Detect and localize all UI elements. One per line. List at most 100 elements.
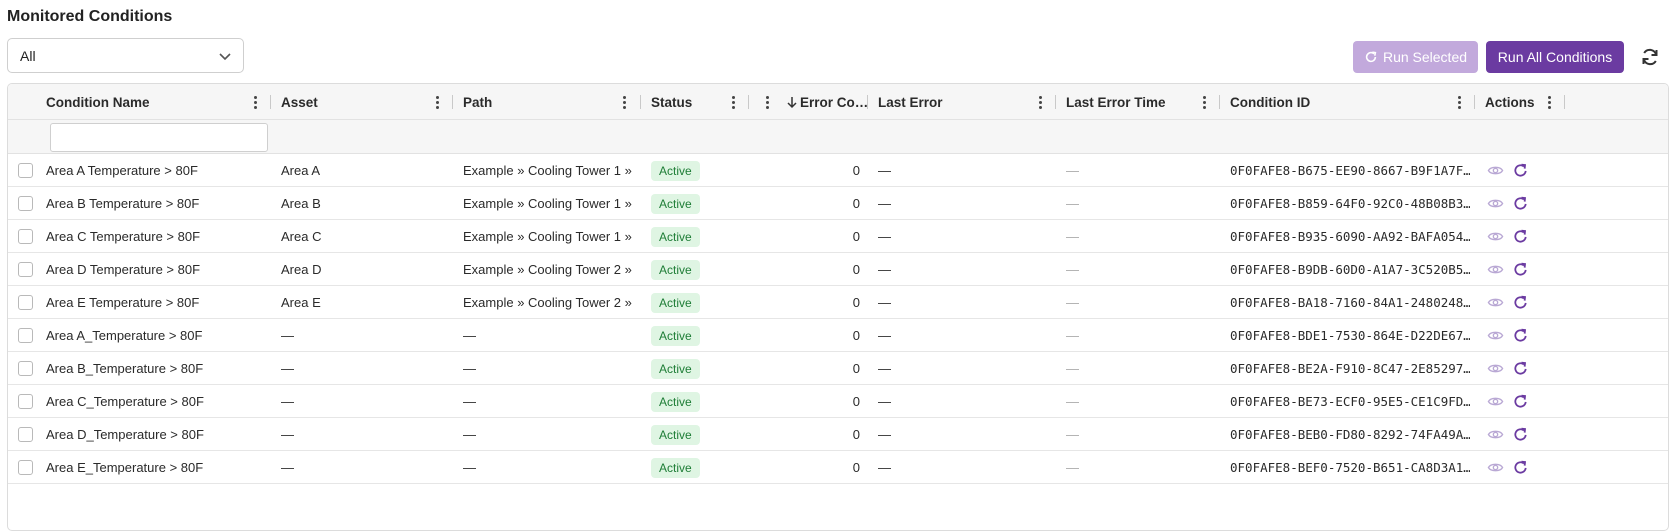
refresh-icon[interactable] — [1512, 459, 1529, 476]
column-resize-handle[interactable] — [748, 95, 749, 109]
error-count-cell: 0 — [852, 328, 860, 343]
column-header-last-error[interactable]: Last Error — [878, 84, 943, 120]
refresh-icon[interactable] — [1512, 228, 1529, 245]
condition-id-cell: 0F0FAFE8-BE2A-F910-8C47-2E85297… — [1230, 361, 1470, 376]
column-header-asset[interactable]: Asset — [281, 84, 318, 120]
refresh-icon[interactable] — [1512, 327, 1529, 344]
table-row[interactable]: Area E Temperature > 80F Area E Example … — [8, 286, 1668, 319]
status-badge: Active — [651, 160, 700, 181]
column-menu-icon[interactable] — [760, 93, 774, 111]
status-cell: Active — [651, 154, 741, 187]
condition-name-cell: Area C_Temperature > 80F — [46, 394, 204, 409]
eye-icon[interactable] — [1487, 426, 1504, 443]
refresh-icon[interactable] — [1512, 162, 1529, 179]
column-header-error-count[interactable]: Error Co… — [786, 84, 868, 120]
table-row[interactable]: Area E_Temperature > 80F — — Active 0 — … — [8, 451, 1668, 484]
table-row[interactable]: Area B_Temperature > 80F — — Active 0 — … — [8, 352, 1668, 385]
refresh-icon[interactable] — [1512, 393, 1529, 410]
page-title: Monitored Conditions — [7, 8, 173, 25]
row-select-checkbox[interactable] — [18, 163, 33, 178]
column-resize-handle[interactable] — [452, 95, 453, 109]
table-row[interactable]: Area D Temperature > 80F Area D Example … — [8, 253, 1668, 286]
path-cell: Example » Cooling Tower 1 » Ar… — [463, 196, 633, 211]
row-select-checkbox[interactable] — [18, 394, 33, 409]
column-resize-handle[interactable] — [1219, 95, 1220, 109]
column-header-condition-name[interactable]: Condition Name — [46, 84, 150, 120]
row-select-checkbox[interactable] — [18, 460, 33, 475]
refresh-icon[interactable] — [1512, 294, 1529, 311]
eye-icon[interactable] — [1487, 228, 1504, 245]
status-cell: Active — [651, 286, 741, 319]
last-error-cell: — — [878, 262, 891, 277]
eye-icon[interactable] — [1487, 360, 1504, 377]
error-count-cell: 0 — [852, 196, 860, 211]
asset-cell: Area E — [281, 295, 321, 310]
condition-id-cell: 0F0FAFE8-B9DB-60D0-A1A7-3C520B5… — [1230, 262, 1470, 277]
row-select-checkbox[interactable] — [18, 328, 33, 343]
condition-name-filter-input[interactable] — [50, 123, 268, 152]
last-error-time-cell: — — [1066, 295, 1079, 310]
eye-icon[interactable] — [1487, 393, 1504, 410]
column-menu-icon[interactable] — [1197, 93, 1211, 111]
table-row[interactable]: Area C_Temperature > 80F — — Active 0 — … — [8, 385, 1668, 418]
eye-icon[interactable] — [1487, 294, 1504, 311]
status-badge: Active — [651, 226, 700, 247]
refresh-icon[interactable] — [1512, 360, 1529, 377]
error-count-cell: 0 — [852, 295, 860, 310]
eye-icon[interactable] — [1487, 261, 1504, 278]
last-error-time-cell: — — [1066, 460, 1079, 475]
condition-name-cell: Area A_Temperature > 80F — [46, 328, 203, 343]
refresh-icon[interactable] — [1512, 261, 1529, 278]
column-resize-handle[interactable] — [270, 95, 271, 109]
error-count-cell: 0 — [852, 427, 860, 442]
table-row[interactable]: Area A Temperature > 80F Area A Example … — [8, 154, 1668, 187]
table-row[interactable]: Area B Temperature > 80F Area B Example … — [8, 187, 1668, 220]
status-cell: Active — [651, 451, 741, 484]
column-menu-icon[interactable] — [1542, 93, 1556, 111]
row-select-checkbox[interactable] — [18, 427, 33, 442]
run-all-conditions-button[interactable]: Run All Conditions — [1486, 41, 1624, 73]
table-row[interactable]: Area C Temperature > 80F Area C Example … — [8, 220, 1668, 253]
table-row[interactable]: Area A_Temperature > 80F — — Active 0 — … — [8, 319, 1668, 352]
column-menu-icon[interactable] — [1452, 93, 1466, 111]
table-row[interactable]: Area D_Temperature > 80F — — Active 0 — … — [8, 418, 1668, 451]
row-select-checkbox[interactable] — [18, 295, 33, 310]
eye-icon[interactable] — [1487, 459, 1504, 476]
status-badge: Active — [651, 358, 700, 379]
column-menu-icon[interactable] — [726, 93, 740, 111]
column-header-last-error-time[interactable]: Last Error Time — [1066, 84, 1166, 120]
status-badge: Active — [651, 292, 700, 313]
grid-filter-row — [8, 120, 1668, 154]
column-menu-icon[interactable] — [617, 93, 631, 111]
column-menu-icon[interactable] — [1033, 93, 1047, 111]
column-resize-handle[interactable] — [1055, 95, 1056, 109]
error-count-cell: 0 — [852, 394, 860, 409]
column-menu-icon[interactable] — [430, 93, 444, 111]
error-count-cell: 0 — [852, 361, 860, 376]
column-resize-handle[interactable] — [1564, 95, 1565, 109]
last-error-cell: — — [878, 394, 891, 409]
condition-filter-select[interactable]: All — [7, 38, 244, 73]
row-select-checkbox[interactable] — [18, 196, 33, 211]
refresh-icon[interactable] — [1512, 426, 1529, 443]
column-header-condition-id[interactable]: Condition ID — [1230, 84, 1310, 120]
refresh-icon[interactable] — [1640, 47, 1660, 67]
eye-icon[interactable] — [1487, 195, 1504, 212]
run-selected-button[interactable]: Run Selected — [1353, 41, 1478, 73]
eye-icon[interactable] — [1487, 162, 1504, 179]
column-header-path[interactable]: Path — [463, 84, 492, 120]
eye-icon[interactable] — [1487, 327, 1504, 344]
column-resize-handle[interactable] — [640, 95, 641, 109]
status-cell: Active — [651, 253, 741, 286]
asset-cell: — — [281, 460, 294, 475]
column-resize-handle[interactable] — [867, 95, 868, 109]
row-select-checkbox[interactable] — [18, 361, 33, 376]
refresh-icon[interactable] — [1512, 195, 1529, 212]
error-count-cell: 0 — [852, 460, 860, 475]
column-resize-handle[interactable] — [1474, 95, 1475, 109]
row-select-checkbox[interactable] — [18, 262, 33, 277]
column-menu-icon[interactable] — [248, 93, 262, 111]
status-cell: Active — [651, 418, 741, 451]
row-select-checkbox[interactable] — [18, 229, 33, 244]
column-header-status[interactable]: Status — [651, 84, 692, 120]
